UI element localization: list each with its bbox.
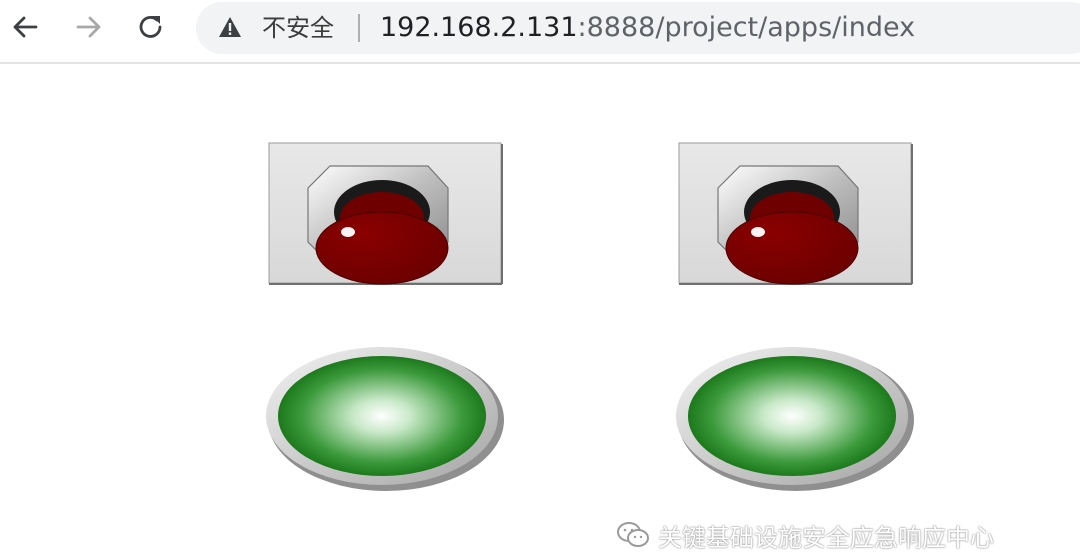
reload-icon — [139, 16, 162, 38]
url-path: :8888/project/apps/index — [577, 12, 916, 43]
arrow-left-icon — [13, 16, 38, 38]
forward-button[interactable] — [74, 12, 104, 42]
url-text[interactable]: 192.168.2.131:8888/project/apps/index — [380, 12, 915, 44]
stop-button-2[interactable] — [678, 142, 914, 288]
omnibox-divider — [358, 14, 360, 42]
watermark-text: 关键基础设施安全应急响应中心 — [658, 523, 994, 552]
back-button[interactable] — [10, 12, 40, 42]
warning-triangle-icon — [219, 17, 241, 37]
address-bar[interactable]: 不安全 192.168.2.131:8888/project/apps/inde… — [196, 2, 1080, 54]
reload-button[interactable] — [136, 12, 166, 42]
arrow-right-icon — [76, 16, 101, 38]
security-status-label[interactable]: 不安全 — [262, 14, 334, 42]
browser-toolbar: 不安全 192.168.2.131:8888/project/apps/inde… — [0, 0, 1080, 64]
wechat-icon — [617, 522, 649, 547]
stop-button-1[interactable] — [268, 142, 504, 288]
watermark: 关键基础设施安全应急响应中心 — [616, 520, 994, 552]
url-host: 192.168.2.131 — [380, 12, 578, 43]
indicator-light-1 — [266, 347, 504, 491]
indicator-light-2 — [676, 347, 914, 491]
